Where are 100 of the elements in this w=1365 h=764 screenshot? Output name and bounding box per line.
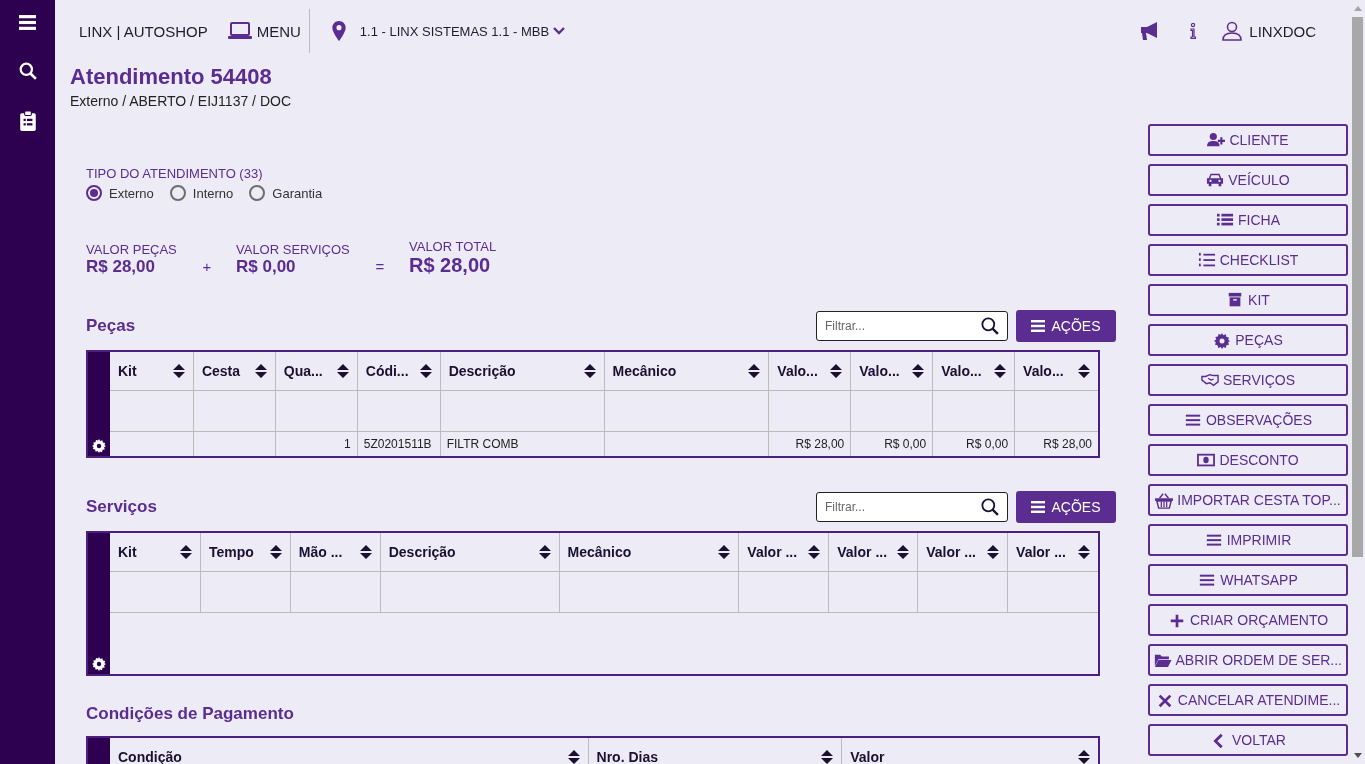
- column-header[interactable]: Valo...: [769, 352, 852, 391]
- filter-cell[interactable]: [357, 391, 441, 432]
- filter-cell[interactable]: [440, 391, 605, 432]
- sort-icon[interactable]: [748, 364, 761, 378]
- action-button[interactable]: DESCONTO: [1148, 444, 1348, 476]
- filter-cell[interactable]: [829, 572, 919, 613]
- scroll-down-arrow-icon[interactable]: [1353, 753, 1362, 758]
- filter-cell[interactable]: [933, 391, 1016, 432]
- sort-icon[interactable]: [994, 364, 1007, 378]
- filter-field[interactable]: Filtrar...: [816, 491, 1008, 522]
- sort-icon[interactable]: [254, 364, 267, 378]
- radio-button[interactable]: [86, 185, 102, 201]
- filter-field[interactable]: Filtrar...: [816, 310, 1008, 341]
- sort-icon[interactable]: [1077, 545, 1090, 559]
- filter-cell[interactable]: [918, 572, 1009, 613]
- menu-icon[interactable]: [19, 14, 36, 31]
- action-button[interactable]: PEÇAS: [1148, 324, 1348, 356]
- search-icon[interactable]: [981, 316, 999, 335]
- filter-cell[interactable]: [769, 391, 852, 432]
- sort-icon[interactable]: [808, 545, 821, 559]
- column-header[interactable]: Mecânico: [604, 352, 770, 391]
- sort-icon[interactable]: [830, 364, 843, 378]
- clipboard-icon[interactable]: [19, 111, 36, 131]
- filter-cell[interactable]: [110, 572, 201, 613]
- column-header[interactable]: Condição: [110, 738, 589, 764]
- radio-button[interactable]: [249, 185, 266, 201]
- radio-option[interactable]: Externo: [86, 185, 154, 201]
- filter-cell[interactable]: [110, 391, 194, 432]
- filter-cell[interactable]: [851, 391, 934, 432]
- sort-icon[interactable]: [1078, 750, 1090, 764]
- gear-icon[interactable]: [92, 439, 106, 453]
- sort-icon[interactable]: [336, 364, 349, 378]
- action-button[interactable]: ABRIR ORDEM DE SER...: [1148, 644, 1348, 676]
- column-header[interactable]: Qua...: [275, 352, 358, 391]
- search-icon[interactable]: [18, 62, 37, 80]
- action-button[interactable]: CLIENTE: [1148, 124, 1348, 156]
- column-header[interactable]: Cesta: [193, 352, 276, 391]
- sort-icon[interactable]: [821, 750, 834, 764]
- search-icon[interactable]: [981, 497, 999, 516]
- action-button[interactable]: CHECKLIST: [1148, 244, 1348, 276]
- column-header[interactable]: Valo...: [851, 352, 934, 391]
- sort-icon[interactable]: [419, 364, 432, 378]
- sort-icon[interactable]: [179, 545, 192, 559]
- info-icon[interactable]: [1190, 23, 1197, 39]
- filter-cell[interactable]: [193, 391, 276, 432]
- action-button[interactable]: SERVIÇOS: [1148, 364, 1348, 396]
- sort-icon[interactable]: [718, 545, 731, 559]
- column-header[interactable]: Valo...: [933, 352, 1016, 391]
- sort-icon[interactable]: [269, 545, 282, 559]
- action-button[interactable]: FICHA: [1148, 204, 1348, 236]
- column-header[interactable]: Kit: [110, 533, 201, 572]
- sort-icon[interactable]: [538, 545, 551, 559]
- sort-icon[interactable]: [172, 364, 185, 378]
- menu-button[interactable]: MENU: [227, 22, 301, 40]
- column-header[interactable]: Valo...: [1015, 352, 1098, 391]
- radio-option[interactable]: Interno: [169, 185, 234, 201]
- filter-cell[interactable]: [275, 391, 358, 432]
- gear-icon[interactable]: [92, 657, 106, 671]
- column-header[interactable]: Nro. Dias: [588, 738, 843, 764]
- action-button[interactable]: CANCELAR ATENDIME...: [1148, 684, 1348, 716]
- sort-icon[interactable]: [359, 545, 372, 559]
- location-selector[interactable]: 1.1 - LINX SISTEMAS 1.1 - MBB: [331, 21, 566, 41]
- filter-cell[interactable]: [380, 572, 560, 613]
- user-menu-button[interactable]: LINXDOC: [1222, 21, 1316, 41]
- sort-icon[interactable]: [567, 750, 580, 764]
- column-header[interactable]: Descrição: [380, 533, 560, 572]
- sort-icon[interactable]: [912, 364, 925, 378]
- column-header[interactable]: Valor ...: [918, 533, 1009, 572]
- actions-button[interactable]: AÇÕES: [1016, 309, 1116, 342]
- action-button[interactable]: KIT: [1148, 284, 1348, 316]
- actions-button[interactable]: AÇÕES: [1016, 490, 1116, 523]
- filter-cell[interactable]: [200, 572, 291, 613]
- column-header[interactable]: Descrição: [440, 352, 605, 391]
- column-header[interactable]: Mecânico: [559, 533, 740, 572]
- filter-cell[interactable]: [559, 572, 740, 613]
- radio-button[interactable]: [169, 185, 186, 201]
- action-button[interactable]: IMPORTAR CESTA TOP...: [1148, 484, 1348, 516]
- column-header[interactable]: Mão ...: [290, 533, 381, 572]
- column-header[interactable]: Tempo: [200, 533, 291, 572]
- column-header[interactable]: Códi...: [357, 352, 441, 391]
- column-header[interactable]: Valor ...: [829, 533, 919, 572]
- filter-cell[interactable]: [604, 391, 770, 432]
- filter-cell[interactable]: [290, 572, 381, 613]
- action-button[interactable]: IMPRIMIR: [1148, 524, 1348, 556]
- sort-icon[interactable]: [583, 364, 596, 378]
- column-header[interactable]: Valor: [842, 738, 1098, 764]
- sort-icon[interactable]: [987, 545, 1000, 559]
- radio-option[interactable]: Garantia: [249, 185, 323, 201]
- column-header[interactable]: Kit: [110, 352, 194, 391]
- action-button[interactable]: OBSERVAÇÕES: [1148, 404, 1348, 436]
- action-button[interactable]: WHATSAPP: [1148, 564, 1348, 596]
- action-button[interactable]: VEÍCULO: [1148, 164, 1348, 196]
- column-header[interactable]: Valor ...: [1008, 533, 1098, 572]
- sort-icon[interactable]: [1078, 364, 1090, 378]
- column-header[interactable]: Valor ...: [739, 533, 830, 572]
- scrollbar-thumb[interactable]: [1352, 17, 1363, 557]
- action-button[interactable]: VOLTAR: [1148, 724, 1348, 756]
- filter-cell[interactable]: [739, 572, 830, 613]
- action-button[interactable]: CRIAR ORÇAMENTO: [1148, 604, 1348, 636]
- sort-icon[interactable]: [897, 545, 910, 559]
